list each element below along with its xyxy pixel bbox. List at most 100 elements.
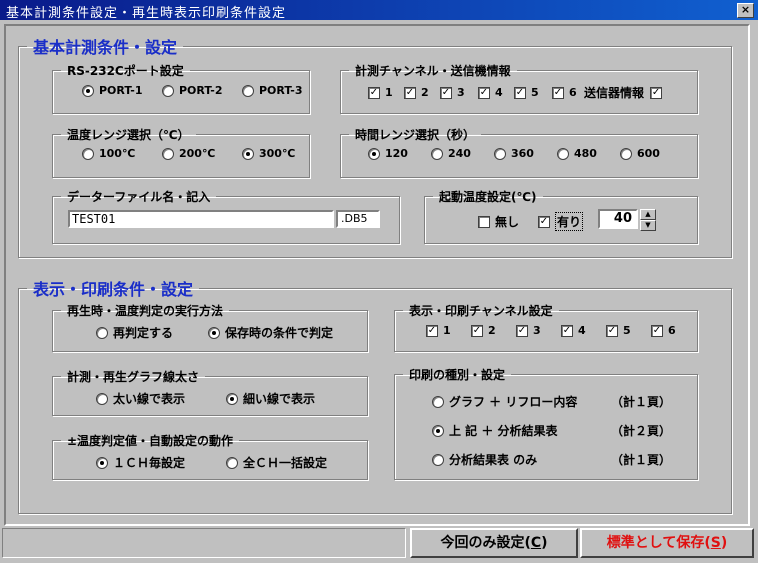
radio-label: 480 (574, 147, 597, 160)
checkbox-box: ✓ (606, 324, 618, 337)
checkbox-disp-ch2[interactable]: ✓ 2 (471, 324, 516, 337)
save-default-end: ) (720, 535, 728, 551)
checkbox-ch4[interactable]: ✓ 4 (478, 86, 514, 99)
radio-label: PORT-2 (179, 84, 223, 97)
print-option-analysis-only[interactable]: 分析結果表 のみ （計１頁） (432, 451, 671, 468)
radio-time-240[interactable]: 240 (431, 147, 494, 160)
radio-label: 再判定する (113, 326, 174, 340)
checkbox-yes[interactable]: ✓ 有り (538, 212, 584, 231)
radio-circle (226, 456, 238, 469)
spin-down-icon[interactable]: ▼ (640, 220, 656, 231)
save-default-button[interactable]: 標準として保存(S) (580, 528, 754, 558)
rs232-options: PORT-1 PORT-2 PORT-3 (82, 84, 312, 97)
checkbox-ch5[interactable]: ✓ 5 (514, 86, 552, 99)
radio-port-3[interactable]: PORT-3 (242, 84, 312, 97)
radio-label: 太い線で表示 (113, 392, 186, 406)
checkbox-label: 3 (457, 86, 465, 99)
datafile-extension: .DB5 (336, 210, 380, 228)
checkbox-box: ✓ (471, 324, 483, 337)
radio-label: 細い線で表示 (243, 392, 316, 406)
replay-options: 再判定する 保存時の条件で判定 (96, 324, 333, 341)
radio-label: 240 (448, 147, 471, 160)
radio-port-2[interactable]: PORT-2 (162, 84, 242, 97)
radio-temp-300[interactable]: 300℃ (242, 147, 312, 160)
radio-circle (557, 147, 569, 160)
checkbox-label: 4 (578, 324, 586, 337)
radio-port-1[interactable]: PORT-1 (82, 84, 162, 97)
save-default-key: S (710, 535, 721, 551)
disp-channel-checkboxes: ✓ 1 ✓ 2 ✓ 3 ✓ 4 ✓ 5 ✓ 6 (426, 324, 676, 337)
page-count: （計２頁） (611, 424, 672, 438)
checkbox-transmitter[interactable]: ✓ (650, 86, 667, 99)
radio-thick-line[interactable]: 太い線で表示 (96, 390, 226, 407)
checkbox-disp-ch6[interactable]: ✓ 6 (651, 324, 676, 337)
checkbox-disp-ch5[interactable]: ✓ 5 (606, 324, 651, 337)
checkbox-none[interactable]: 無し (478, 213, 538, 230)
checkbox-ch1[interactable]: ✓ 1 (368, 86, 404, 99)
radio-saved-condition[interactable]: 保存時の条件で判定 (208, 324, 333, 341)
line-width-options: 太い線で表示 細い線で表示 (96, 390, 315, 407)
checkbox-box: ✓ (404, 86, 416, 99)
checkbox-label: 3 (533, 324, 541, 337)
checkbox-ch6[interactable]: ✓ 6 (552, 86, 584, 99)
time-range-title: 時間レンジ選択（秒） (355, 128, 476, 142)
checkbox-label: 6 (569, 86, 577, 99)
page-count: （計１頁） (611, 395, 672, 409)
print-option-graph[interactable]: グラフ ＋ リフロー内容 （計１頁） (432, 393, 671, 410)
auto-set-title: ±温度判定値・自動設定の動作 (67, 434, 234, 448)
start-temp-value[interactable]: 40 (598, 209, 638, 229)
checkbox-box (478, 215, 490, 228)
radio-label: グラフ ＋ リフロー内容 (449, 395, 578, 409)
checkbox-label: 5 (531, 86, 539, 99)
start-temp-controls: 無し ✓ 有り (478, 212, 584, 231)
radio-label: 360 (511, 147, 534, 160)
channels-title: 計測チャンネル・送信機情報 (355, 64, 511, 78)
apply-once-button[interactable]: 今回のみ設定(C) (410, 528, 578, 558)
radio-all-channels[interactable]: 全ＣＨ一括設定 (226, 454, 327, 471)
datafile-input[interactable] (68, 210, 334, 228)
checkbox-ch2[interactable]: ✓ 2 (404, 86, 440, 99)
radio-temp-100[interactable]: 100℃ (82, 147, 162, 160)
checkbox-disp-ch3[interactable]: ✓ 3 (516, 324, 561, 337)
radio-circle (96, 326, 108, 339)
apply-once-end: ) (541, 535, 548, 551)
radio-label: 120 (385, 147, 408, 160)
checkbox-label: 有り (555, 212, 584, 231)
radio-thin-line[interactable]: 細い線で表示 (226, 390, 315, 407)
radio-temp-200[interactable]: 200℃ (162, 147, 242, 160)
radio-per-channel[interactable]: １ＣＨ毎設定 (96, 454, 226, 471)
start-temp-spinner[interactable]: ▲ ▼ (640, 209, 656, 231)
radio-circle (432, 453, 444, 466)
transmitter-label: 送信器情報 (584, 86, 645, 100)
status-well (2, 528, 406, 558)
print-option-graph-analysis[interactable]: 上 記 ＋ 分析結果表 （計２頁） (432, 422, 671, 439)
checkbox-box: ✓ (478, 86, 490, 99)
radio-time-480[interactable]: 480 (557, 147, 620, 160)
checkbox-disp-ch1[interactable]: ✓ 1 (426, 324, 471, 337)
radio-circle (432, 395, 444, 408)
close-button[interactable]: × (737, 3, 754, 18)
rs232-title: RS-232Cポート設定 (67, 64, 184, 78)
apply-once-key: C (530, 535, 542, 551)
checkbox-label: 2 (421, 86, 429, 99)
radio-circle (368, 147, 380, 160)
radio-time-120[interactable]: 120 (368, 147, 431, 160)
checkbox-disp-ch4[interactable]: ✓ 4 (561, 324, 606, 337)
radio-circle (162, 147, 174, 160)
radio-time-360[interactable]: 360 (494, 147, 557, 160)
radio-label: １ＣＨ毎設定 (113, 456, 186, 470)
radio-circle (82, 84, 94, 97)
checkbox-label: 1 (385, 86, 393, 99)
radio-label: PORT-1 (99, 84, 143, 97)
checkbox-label: 4 (495, 86, 503, 99)
title-bar: 基本計測条件設定・再生時表示印刷条件設定 × (0, 0, 758, 21)
checkbox-label: 6 (668, 324, 676, 337)
radio-rejudge[interactable]: 再判定する (96, 324, 208, 341)
checkbox-box: ✓ (368, 86, 380, 99)
checkbox-ch3[interactable]: ✓ 3 (440, 86, 478, 99)
spin-up-icon[interactable]: ▲ (640, 209, 656, 220)
radio-circle (208, 326, 220, 339)
datafile-title: データーファイル名・記入 (67, 190, 211, 204)
radio-time-600[interactable]: 600 (620, 147, 670, 160)
checkbox-box: ✓ (651, 324, 663, 337)
